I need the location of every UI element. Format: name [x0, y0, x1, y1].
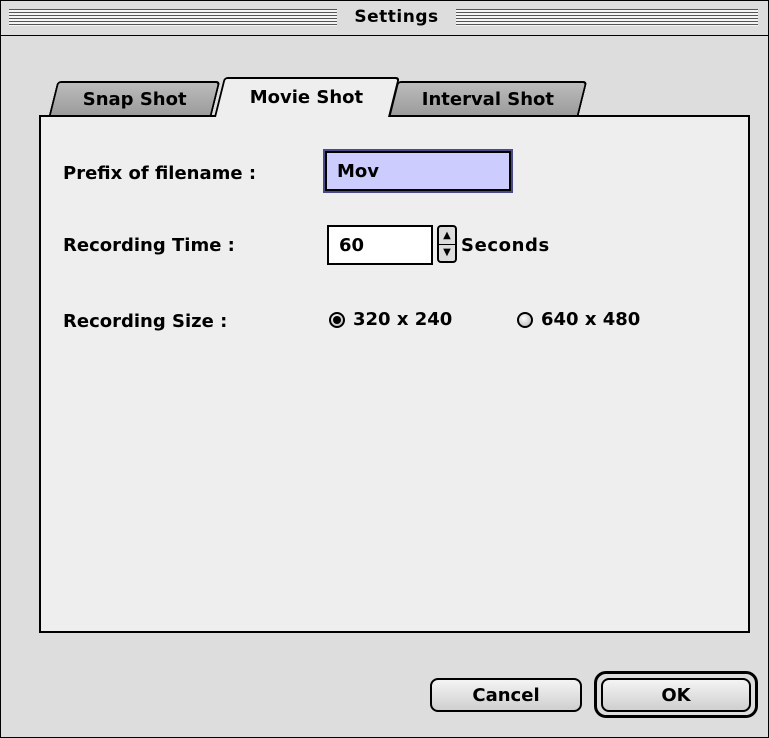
stepper-up-arrow-icon[interactable]: ▲ — [439, 227, 455, 245]
tab-movie-shot-label: Movie Shot — [250, 87, 364, 108]
radio-unselected-icon[interactable] — [517, 311, 533, 328]
size-option-640x480[interactable]: 640 x 480 — [517, 309, 640, 330]
stepper-down-arrow-icon[interactable]: ▼ — [439, 244, 455, 261]
cancel-button[interactable]: Cancel — [430, 678, 582, 712]
prefix-input[interactable] — [325, 151, 511, 191]
size-option-640x480-label: 640 x 480 — [541, 309, 641, 330]
title-bar-stripes-right — [456, 9, 758, 26]
recording-time-stepper[interactable]: ▲ ▼ — [437, 225, 457, 263]
recording-time-label: Recording Time : — [63, 235, 235, 256]
tab-snap-shot[interactable]: Snap Shot — [48, 81, 221, 116]
recording-size-label: Recording Size : — [63, 311, 228, 332]
window-title: Settings — [354, 7, 439, 27]
tab-bar: Snap Shot Interval Shot Movie Shot — [41, 77, 741, 119]
recording-time-input[interactable] — [327, 225, 433, 265]
tab-interval-shot-label: Interval Shot — [421, 89, 554, 110]
size-option-320x240-label: 320 x 240 — [353, 309, 453, 330]
tab-snap-shot-label: Snap Shot — [82, 89, 187, 110]
tab-movie-shot[interactable]: Movie Shot — [214, 77, 400, 117]
title-bar-stripes-left — [9, 9, 337, 26]
movie-shot-panel: Prefix of filename : Recording Time : ▲ … — [39, 115, 750, 633]
settings-window: Settings Snap Shot Interval Shot Movie S… — [0, 0, 769, 738]
radio-selected-icon[interactable] — [329, 311, 345, 328]
size-option-320x240[interactable]: 320 x 240 — [329, 309, 452, 330]
ok-button[interactable]: OK — [601, 678, 751, 712]
tab-interval-shot[interactable]: Interval Shot — [388, 81, 588, 116]
recording-time-unit: Seconds — [461, 235, 550, 256]
title-bar[interactable]: Settings — [1, 1, 768, 36]
prefix-label: Prefix of filename : — [63, 163, 257, 184]
